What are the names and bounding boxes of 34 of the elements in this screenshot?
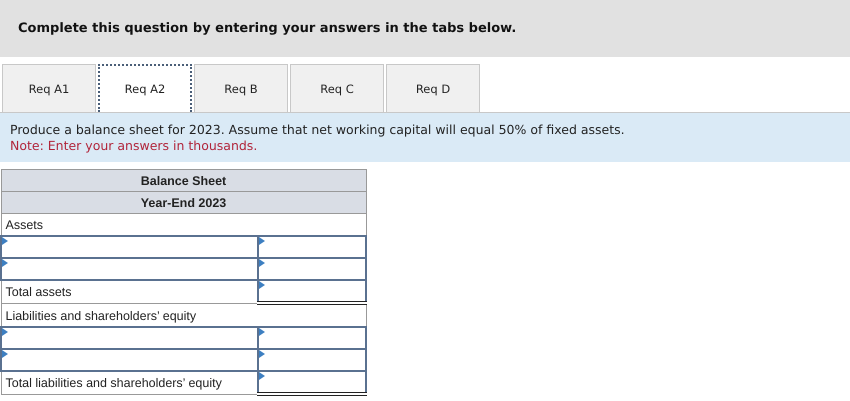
input-field[interactable] xyxy=(258,280,366,303)
arrow-icon xyxy=(259,372,266,380)
arrow-icon xyxy=(2,350,8,358)
tab[interactable]: Req A1 xyxy=(2,64,96,112)
input-field[interactable] xyxy=(1,258,258,280)
input-field[interactable] xyxy=(1,236,258,258)
input-field[interactable] xyxy=(258,371,366,394)
input-field[interactable] xyxy=(258,327,366,349)
table-title: Balance Sheet xyxy=(1,170,366,192)
arrow-icon xyxy=(259,350,266,358)
arrow-icon xyxy=(2,328,8,336)
arrow-icon xyxy=(2,237,8,245)
section-label: Liabilities and shareholders’ equity xyxy=(1,303,366,327)
arrow-icon xyxy=(2,259,8,267)
total-label: Total liabilities and shareholders’ equity xyxy=(1,371,258,394)
arrow-icon xyxy=(259,237,266,245)
tab[interactable]: Req D xyxy=(386,64,480,112)
note-text: Note: Enter your answers in thousands. xyxy=(10,138,258,154)
input-field[interactable] xyxy=(258,258,366,280)
total-label: Total assets xyxy=(1,280,258,303)
arrow-icon xyxy=(259,328,266,336)
input-field[interactable] xyxy=(258,236,366,258)
arrow-icon xyxy=(259,281,266,289)
section-label: Assets xyxy=(1,214,366,236)
table-title: Year-End 2023 xyxy=(1,192,366,214)
tab[interactable]: Req B xyxy=(194,64,288,112)
tab[interactable]: Req A2 xyxy=(98,64,192,112)
input-field[interactable] xyxy=(1,327,258,349)
instruction-title: Complete this question by entering your answers in the tabs below. xyxy=(18,21,516,36)
arrow-icon xyxy=(259,259,266,267)
input-field[interactable] xyxy=(1,349,258,371)
input-field[interactable] xyxy=(258,349,366,371)
instruction-text: Produce a balance sheet for 2023. Assume that net working capital will equal 50% of fixed assets. xyxy=(10,122,626,138)
tab[interactable]: Req C xyxy=(290,64,384,112)
